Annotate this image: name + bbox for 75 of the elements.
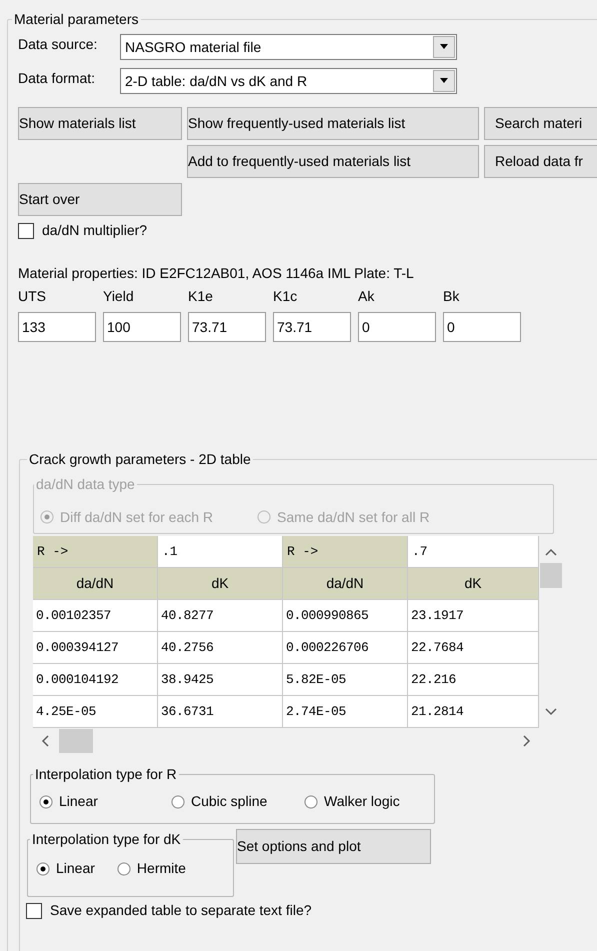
table-cell[interactable]: 4.25E-05 <box>33 696 158 728</box>
action-button[interactable]: Add to frequently-used materials list <box>187 145 479 178</box>
property-field[interactable]: 73.71 <box>273 312 351 342</box>
table-cell[interactable]: 21.2814 <box>408 696 539 728</box>
caret-icon <box>439 44 449 50</box>
property-label: K1c <box>273 287 298 306</box>
table-cell[interactable]: 40.8277 <box>158 600 283 632</box>
property-label: Bk <box>443 287 460 306</box>
group-title: Interpolation type for dK <box>31 830 182 849</box>
checkbox[interactable] <box>18 222 34 238</box>
property-label: K1e <box>188 287 214 306</box>
radio-option[interactable]: Hermite <box>116 858 186 879</box>
group-title: Interpolation type for R <box>34 765 178 784</box>
column-header: da/dN <box>33 568 158 600</box>
radio-button[interactable] <box>171 794 185 808</box>
table-cell[interactable]: 23.1917 <box>408 600 539 632</box>
table-cell[interactable]: 38.9425 <box>158 664 283 696</box>
checkbox-option[interactable]: da/dN multiplier? <box>18 220 597 241</box>
action-button[interactable]: Set options and plot <box>236 829 431 864</box>
table-cell[interactable]: 0.000104192 <box>33 664 158 696</box>
header-cell: R -> <box>33 536 158 568</box>
property-label: Ak <box>358 287 376 306</box>
table-cell[interactable]: 40.2756 <box>158 632 283 664</box>
table-cell[interactable]: 0.000394127 <box>33 632 158 664</box>
radio-option[interactable]: Linear <box>36 858 95 879</box>
table-cell[interactable]: 5.82E-05 <box>283 664 408 696</box>
column-header: dK <box>408 568 539 600</box>
scroll-thumb[interactable] <box>540 563 562 588</box>
property-field[interactable]: 133 <box>18 312 96 342</box>
table-cell[interactable]: 0.00102357 <box>33 600 158 632</box>
action-button[interactable]: Search materi <box>484 107 597 140</box>
header-cell: R -> <box>283 536 408 568</box>
property-field[interactable]: 0 <box>443 312 521 342</box>
properties-title: Material properties: ID E2FC12AB01, AOS 1146a IML Plate: T-L <box>18 264 415 283</box>
action-button[interactable]: Show materials list <box>18 107 182 140</box>
radio-button[interactable] <box>36 862 50 876</box>
group-title: Crack growth parameters - 2D table <box>28 450 252 469</box>
radio-option[interactable]: Cubic spline <box>171 791 304 812</box>
r-value-cell[interactable]: .7 <box>408 536 539 568</box>
table-cell[interactable]: 22.7684 <box>408 632 539 664</box>
dropdown-field[interactable]: NASGRO material file <box>120 34 457 60</box>
field-label: Data source: <box>18 35 98 54</box>
field-label: Data format: <box>18 69 96 88</box>
table-cell[interactable]: 36.6731 <box>158 696 283 728</box>
r-value-cell[interactable]: .1 <box>158 536 283 568</box>
checkbox-option[interactable]: Save expanded table to separate text file? <box>26 900 597 921</box>
group-title: da/dN data type <box>35 475 136 494</box>
property-label: UTS <box>18 287 47 306</box>
caret-icon <box>439 78 449 84</box>
radio-option[interactable]: Walker logic <box>304 791 400 812</box>
scroll-up-icon[interactable] <box>545 548 557 556</box>
scroll-right-icon[interactable] <box>523 735 531 747</box>
scroll-thumb[interactable] <box>59 729 93 753</box>
property-field[interactable]: 73.71 <box>188 312 266 342</box>
radio-button[interactable] <box>116 862 131 876</box>
property-field[interactable]: 100 <box>103 312 181 342</box>
scroll-down-icon[interactable] <box>545 708 557 716</box>
scroll-left-icon[interactable] <box>41 735 49 747</box>
action-button[interactable]: Start over <box>18 183 182 216</box>
column-header: dK <box>158 568 283 600</box>
property-field[interactable]: 0 <box>358 312 436 342</box>
table-cell[interactable]: 0.000990865 <box>283 600 408 632</box>
radio-button[interactable] <box>304 794 318 808</box>
table-cell[interactable]: 22.216 <box>408 664 539 696</box>
table-cell[interactable]: 2.74E-05 <box>283 696 408 728</box>
checkbox[interactable] <box>26 902 42 918</box>
column-header: da/dN <box>283 568 408 600</box>
group-title: Material parameters <box>13 10 140 29</box>
action-button[interactable]: Reload data fr <box>484 145 597 178</box>
radio-option[interactable]: Linear <box>39 791 171 812</box>
action-button[interactable]: Show frequently-used materials list <box>187 107 479 140</box>
property-label: Yield <box>103 287 135 306</box>
radio-button[interactable] <box>39 794 53 808</box>
dropdown-field[interactable]: 2-D table: da/dN vs dK and R <box>120 68 457 94</box>
table-cell[interactable]: 0.000226706 <box>283 632 408 664</box>
